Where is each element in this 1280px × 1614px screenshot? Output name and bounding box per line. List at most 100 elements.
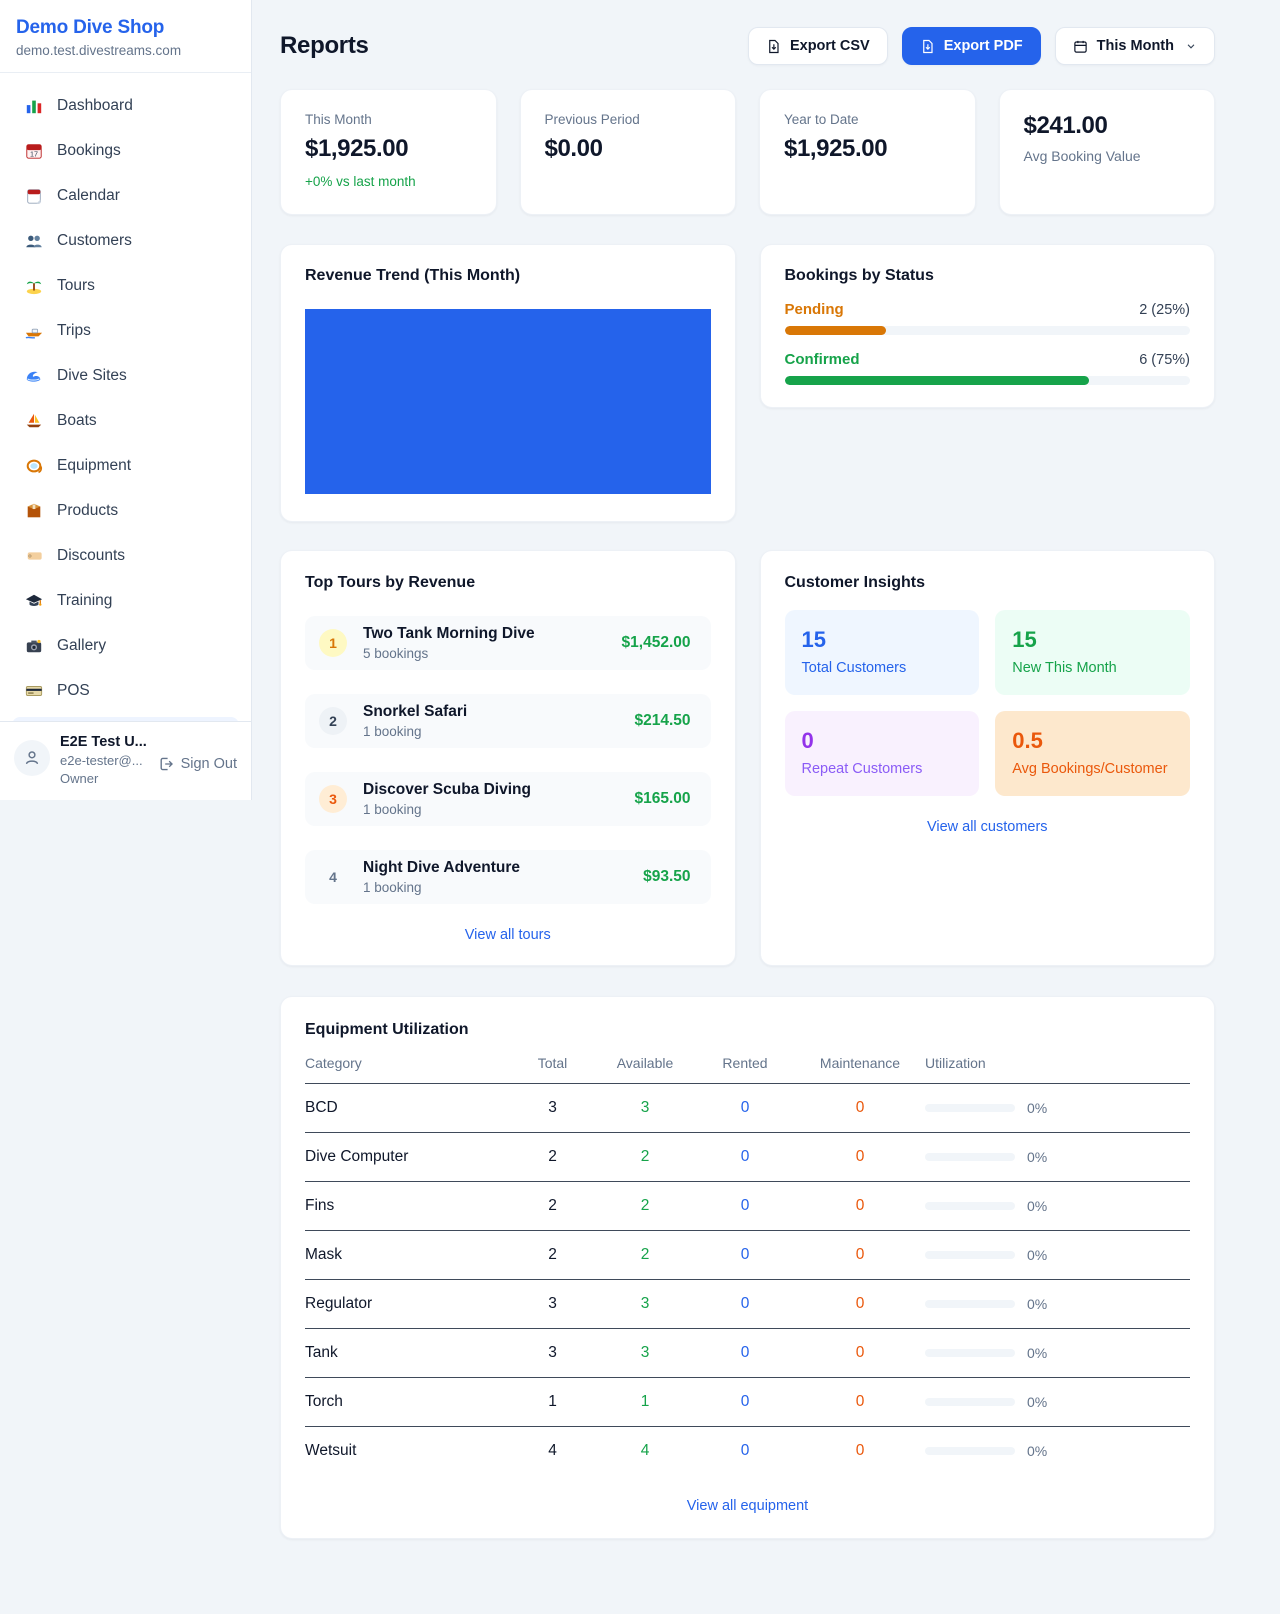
stat-value: $0.00 bbox=[545, 135, 712, 163]
status-row-confirmed: Confirmed 6 (75%) bbox=[785, 351, 1191, 385]
page-title: Reports bbox=[280, 32, 369, 60]
equipment-total: 2 bbox=[510, 1197, 595, 1215]
equipment-available: 3 bbox=[595, 1344, 695, 1362]
main-content: Reports Export CSV Export PDF This Month… bbox=[252, 0, 1280, 1614]
sidebar-item-dive-sites[interactable]: Dive Sites bbox=[12, 357, 239, 395]
progress-fill-pending bbox=[785, 326, 886, 335]
insight-label: Repeat Customers bbox=[802, 761, 963, 777]
tour-bookings: 1 booking bbox=[363, 802, 531, 817]
insight-label: New This Month bbox=[1012, 660, 1173, 676]
col-maintenance: Maintenance bbox=[795, 1055, 925, 1071]
utilization-bar bbox=[925, 1447, 1015, 1455]
user-name: E2E Test U... bbox=[60, 734, 147, 750]
sidebar-item-training[interactable]: Training bbox=[12, 582, 239, 620]
stat-card-avg-booking-value: $241.00 Avg Booking Value bbox=[999, 89, 1216, 215]
customer-insights-card: Customer Insights 15 Total Customers 15 … bbox=[760, 550, 1216, 966]
view-all-equipment-link[interactable]: View all equipment bbox=[305, 1498, 1190, 1514]
sidebar-item-label: POS bbox=[57, 682, 90, 700]
svg-text:17: 17 bbox=[30, 149, 38, 158]
sidebar-item-trips[interactable]: Trips bbox=[12, 312, 239, 350]
people-icon bbox=[24, 231, 44, 251]
sidebar-item-label: Trips bbox=[57, 322, 91, 340]
sidebar-item-label: Training bbox=[57, 592, 112, 610]
sidebar-item-customers[interactable]: Customers bbox=[12, 222, 239, 260]
view-all-customers-link[interactable]: View all customers bbox=[785, 819, 1191, 835]
equipment-rented: 0 bbox=[695, 1344, 795, 1362]
tour-list-item[interactable]: 1 Two Tank Morning Dive 5 bookings $1,45… bbox=[305, 616, 711, 670]
sidebar-item-pos[interactable]: POS bbox=[12, 672, 239, 710]
stat-label: Previous Period bbox=[545, 112, 712, 127]
utilization-bar bbox=[925, 1349, 1015, 1357]
equipment-maintenance: 0 bbox=[795, 1442, 925, 1460]
sidebar-item-label: Boats bbox=[57, 412, 97, 430]
equipment-total: 2 bbox=[510, 1246, 595, 1264]
bookings-by-status-card: Bookings by Status Pending 2 (25%) Confi… bbox=[760, 244, 1216, 408]
export-csv-button[interactable]: Export CSV bbox=[748, 27, 888, 65]
sidebar-item-label: Tours bbox=[57, 277, 95, 295]
sidebar-item-bookings[interactable]: 17 Bookings bbox=[12, 132, 239, 170]
sidebar-item-calendar[interactable]: Calendar bbox=[12, 177, 239, 215]
equipment-total: 3 bbox=[510, 1295, 595, 1313]
period-selector[interactable]: This Month bbox=[1055, 27, 1215, 65]
file-download-icon bbox=[766, 39, 781, 54]
utilization-percent: 0% bbox=[1027, 1247, 1047, 1263]
utilization-percent: 0% bbox=[1027, 1345, 1047, 1361]
equipment-category: Torch bbox=[305, 1393, 510, 1411]
equipment-category: Dive Computer bbox=[305, 1148, 510, 1166]
tour-list-item[interactable]: 2 Snorkel Safari 1 booking $214.50 bbox=[305, 694, 711, 748]
tour-name: Discover Scuba Diving bbox=[363, 781, 531, 799]
rank-badge: 4 bbox=[319, 863, 347, 891]
table-row: Dive Computer 2 2 0 0 0% bbox=[305, 1133, 1190, 1182]
sign-out-icon bbox=[158, 756, 174, 772]
equipment-rented: 0 bbox=[695, 1148, 795, 1166]
stat-value: $1,925.00 bbox=[305, 135, 472, 163]
equipment-rented: 0 bbox=[695, 1099, 795, 1117]
sidebar-item-equipment[interactable]: Equipment bbox=[12, 447, 239, 485]
equipment-rented: 0 bbox=[695, 1295, 795, 1313]
equipment-total: 3 bbox=[510, 1344, 595, 1362]
export-csv-label: Export CSV bbox=[790, 38, 870, 54]
utilization-bar bbox=[925, 1300, 1015, 1308]
table-row: BCD 3 3 0 0 0% bbox=[305, 1084, 1190, 1133]
sidebar-item-boats[interactable]: Boats bbox=[12, 402, 239, 440]
equipment-rented: 0 bbox=[695, 1246, 795, 1264]
tour-list-item[interactable]: 4 Night Dive Adventure 1 booking $93.50 bbox=[305, 850, 711, 904]
revenue-chart-bar bbox=[305, 309, 711, 494]
tour-name: Snorkel Safari bbox=[363, 703, 467, 721]
sidebar-nav: Dashboard 17 Bookings Calendar Customers… bbox=[0, 73, 251, 726]
tour-list-item[interactable]: 3 Discover Scuba Diving 1 booking $165.0… bbox=[305, 772, 711, 826]
equipment-available: 2 bbox=[595, 1246, 695, 1264]
sidebar-item-label: Gallery bbox=[57, 637, 106, 655]
sign-out-button[interactable]: Sign Out bbox=[158, 756, 237, 772]
col-total: Total bbox=[510, 1055, 595, 1071]
sidebar-user-footer: E2E Test U... e2e-tester@... Owner Sign … bbox=[0, 721, 251, 800]
sidebar-item-dashboard[interactable]: Dashboard bbox=[12, 87, 239, 125]
stat-card-previous-period: Previous Period $0.00 bbox=[520, 89, 737, 215]
sidebar-item-label: Calendar bbox=[57, 187, 120, 205]
sidebar-item-gallery[interactable]: Gallery bbox=[12, 627, 239, 665]
sidebar-item-tours[interactable]: Tours bbox=[12, 267, 239, 305]
insight-label: Total Customers bbox=[802, 660, 963, 676]
status-label: Pending bbox=[785, 301, 844, 318]
equipment-category: Mask bbox=[305, 1246, 510, 1264]
equipment-maintenance: 0 bbox=[795, 1295, 925, 1313]
equipment-category: Fins bbox=[305, 1197, 510, 1215]
status-label: Confirmed bbox=[785, 351, 860, 368]
view-all-tours-link[interactable]: View all tours bbox=[305, 927, 711, 943]
export-pdf-button[interactable]: Export PDF bbox=[902, 27, 1041, 65]
brand-header: Demo Dive Shop demo.test.divestreams.com bbox=[0, 0, 251, 73]
utilization-bar bbox=[925, 1153, 1015, 1161]
col-available: Available bbox=[595, 1055, 695, 1071]
equipment-total: 2 bbox=[510, 1148, 595, 1166]
revenue-trend-card: Revenue Trend (This Month) bbox=[280, 244, 736, 522]
sidebar-item-discounts[interactable]: Discounts bbox=[12, 537, 239, 575]
equipment-category: Wetsuit bbox=[305, 1442, 510, 1460]
tour-revenue: $165.00 bbox=[634, 790, 690, 808]
sidebar: Demo Dive Shop demo.test.divestreams.com… bbox=[0, 0, 252, 800]
top-tours-title: Top Tours by Revenue bbox=[305, 574, 711, 592]
sidebar-item-products[interactable]: Products bbox=[12, 492, 239, 530]
top-tours-card: Top Tours by Revenue 1 Two Tank Morning … bbox=[280, 550, 736, 966]
utilization-percent: 0% bbox=[1027, 1198, 1047, 1214]
credit-card-icon bbox=[24, 681, 44, 701]
package-icon bbox=[24, 501, 44, 521]
